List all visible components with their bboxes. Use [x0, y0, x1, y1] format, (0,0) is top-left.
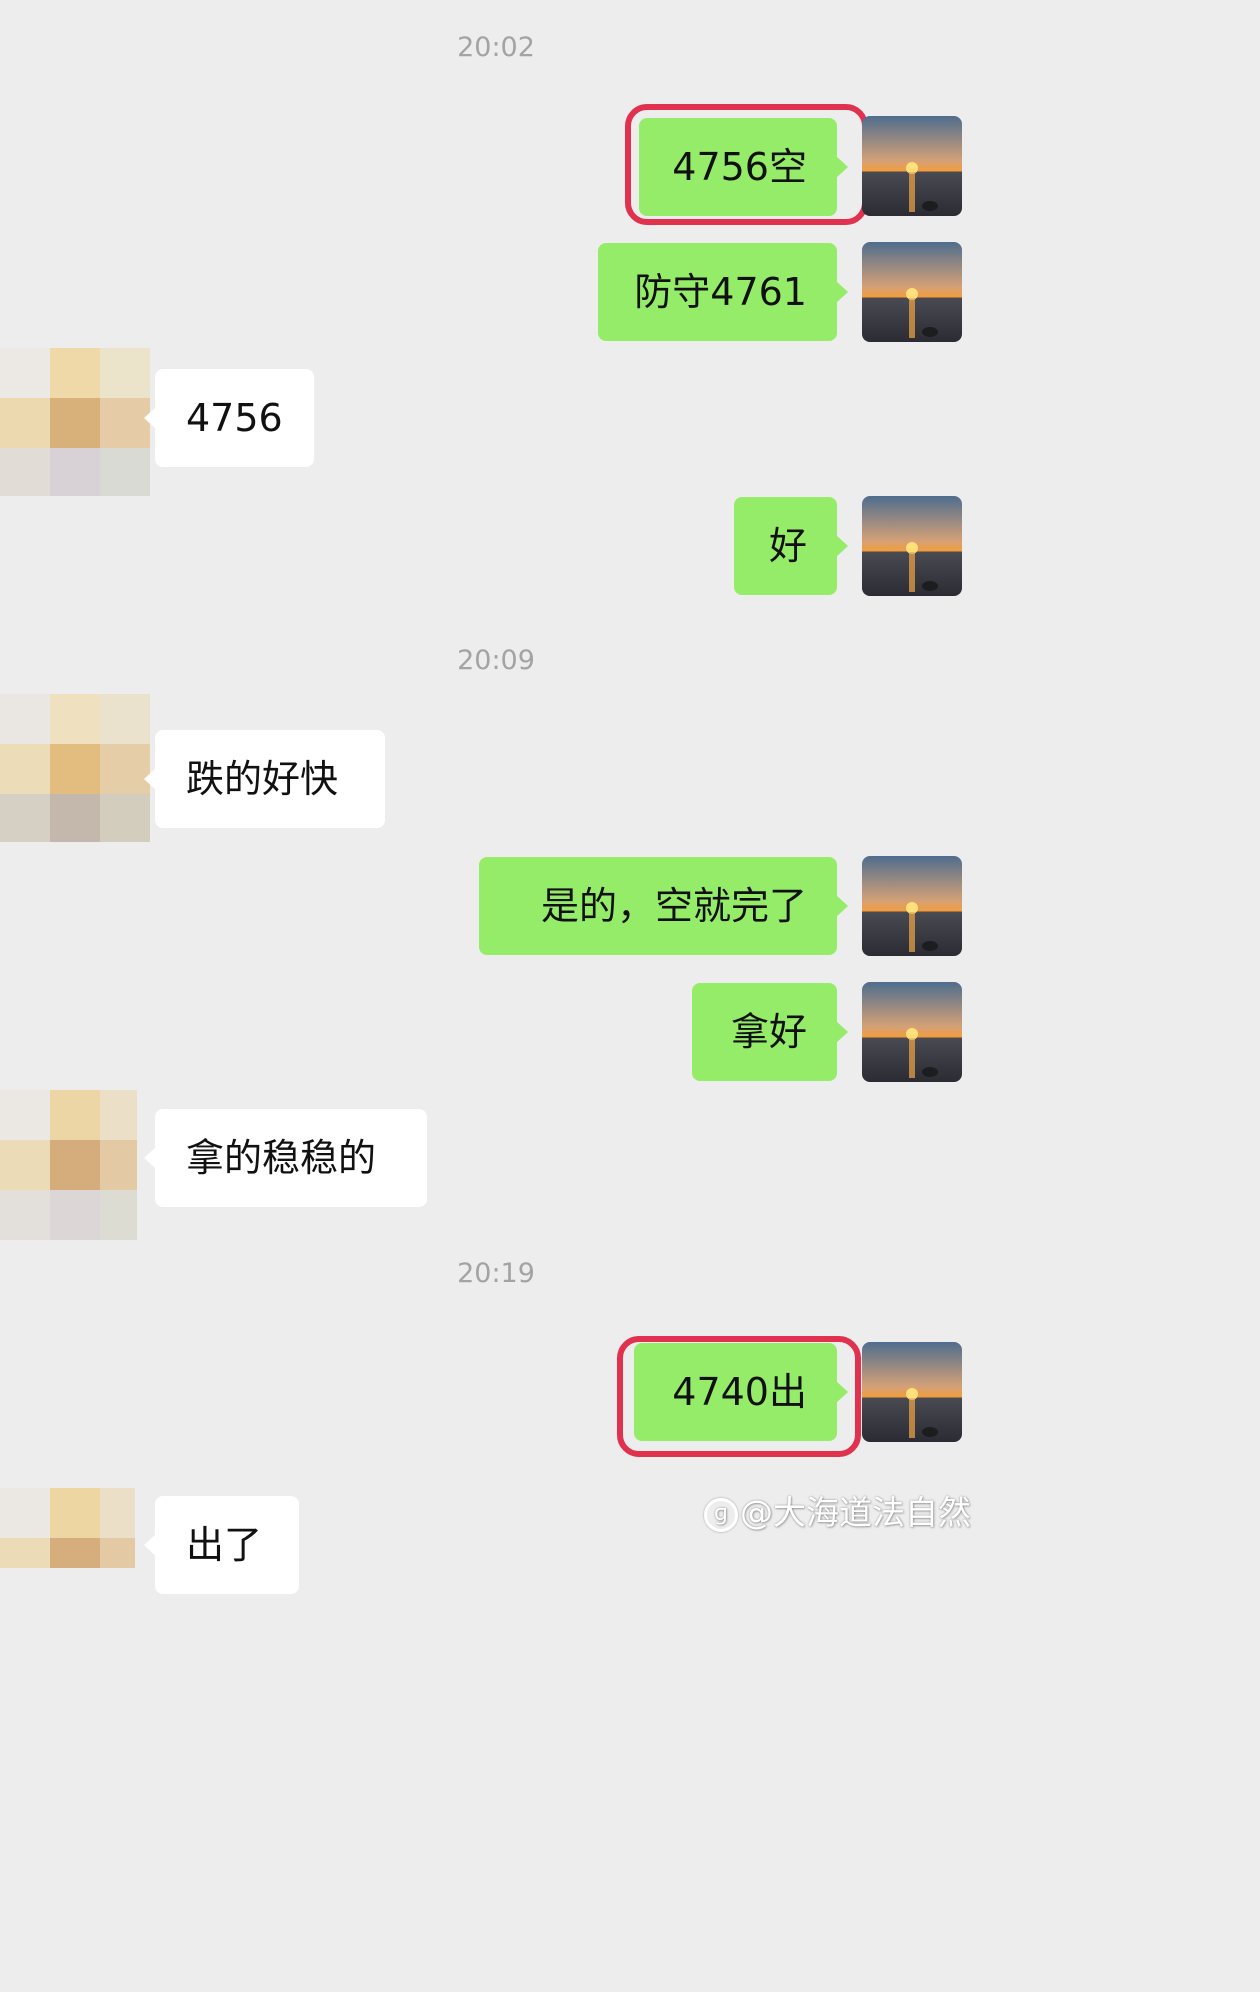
contact-message-bubble[interactable]: 出了	[144, 1496, 299, 1594]
timestamp: 20:09	[457, 645, 535, 676]
my-avatar[interactable]	[862, 116, 962, 216]
my-avatar[interactable]	[862, 982, 962, 1082]
watermark-text: @大海道法自然	[740, 1493, 971, 1532]
contact-message-bubble[interactable]: 拿的稳稳的	[144, 1109, 427, 1207]
my-avatar[interactable]	[862, 1342, 962, 1442]
my-message-bubble[interactable]: 防守4761	[598, 243, 848, 341]
contact-avatar-pixelated[interactable]	[0, 1488, 135, 1568]
contact-avatar-pixelated[interactable]	[0, 348, 150, 496]
weibo-logo-icon: ɡ	[704, 1497, 738, 1532]
highlight-box	[617, 1336, 861, 1457]
my-avatar[interactable]	[862, 496, 962, 596]
timestamp: 20:19	[457, 1258, 535, 1289]
my-message-bubble[interactable]: 是的，空就完了	[479, 857, 848, 955]
my-message-bubble[interactable]: 拿好	[692, 983, 848, 1081]
timestamp: 20:02	[457, 32, 535, 63]
contact-message-bubble[interactable]: 跌的好快	[144, 730, 385, 828]
watermark: ɡ @大海道法自然	[704, 1488, 971, 1538]
highlight-box	[625, 104, 868, 225]
contact-message-bubble[interactable]: 4756	[144, 369, 314, 467]
contact-avatar-pixelated[interactable]	[0, 694, 150, 842]
my-avatar[interactable]	[862, 242, 962, 342]
my-message-bubble[interactable]: 好	[734, 497, 848, 595]
contact-avatar-pixelated[interactable]	[0, 1090, 137, 1240]
my-avatar[interactable]	[862, 856, 962, 956]
